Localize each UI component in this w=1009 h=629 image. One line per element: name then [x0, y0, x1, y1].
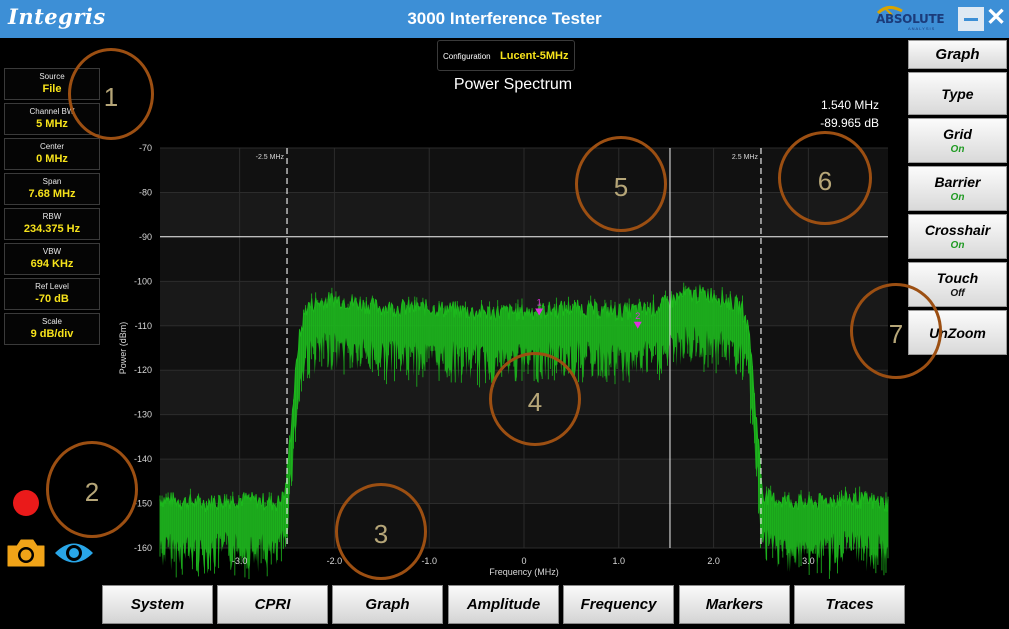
tab-cpri[interactable]: CPRI	[217, 585, 328, 624]
callout-4: 4	[489, 352, 581, 446]
callout-5: 5	[575, 136, 667, 232]
y-tick-label: -90	[139, 232, 152, 242]
y-tick-label: -160	[134, 543, 152, 553]
marker-2-label: 2	[635, 311, 640, 321]
y-tick-label: -110	[135, 321, 152, 331]
x-tick-label: 3.0	[802, 556, 815, 566]
graph-menu-header[interactable]: Graph	[908, 40, 1007, 69]
barrier-label: Barrier	[934, 174, 981, 190]
tab-frequency[interactable]: Frequency	[563, 585, 674, 624]
x-axis-label: Frequency (MHz)	[489, 567, 559, 577]
x-tick-label: -2.0	[327, 556, 343, 566]
tab-graph[interactable]: Graph	[332, 585, 443, 624]
barrier-state: On	[950, 192, 965, 203]
grid-label: Grid	[943, 126, 972, 142]
x-tick-label: -3.0	[232, 556, 248, 566]
x-tick-label: 0	[521, 556, 526, 566]
y-tick-label: -80	[139, 187, 152, 197]
y-tick-label: -130	[134, 410, 152, 420]
crosshair-toggle[interactable]: Crosshair On	[908, 214, 1007, 259]
barrier-label: 2.5 MHz	[732, 154, 759, 161]
x-tick-label: 2.0	[707, 556, 720, 566]
crosshair-state: On	[950, 240, 965, 251]
marker-1-label: 1	[537, 297, 542, 307]
y-tick-label: -100	[134, 276, 152, 286]
touch-label: Touch	[936, 270, 979, 286]
callout-1: 1	[68, 48, 154, 140]
grid-state: On	[950, 144, 965, 155]
crosshair-label: Crosshair	[924, 222, 991, 238]
callout-2: 2	[46, 441, 138, 538]
y-tick-label: -140	[134, 454, 152, 464]
x-tick-label: 1.0	[613, 556, 626, 566]
eye-icon[interactable]	[54, 540, 94, 568]
y-tick-label: -70	[139, 143, 152, 153]
tab-markers[interactable]: Markers	[679, 585, 790, 624]
tab-system[interactable]: System	[102, 585, 213, 624]
type-button[interactable]: Type	[908, 72, 1007, 115]
barrier-toggle[interactable]: Barrier On	[908, 166, 1007, 211]
callout-6: 6	[778, 131, 872, 225]
x-tick-label: -1.0	[421, 556, 437, 566]
graph-menu-label: Graph	[935, 46, 980, 63]
type-label: Type	[941, 86, 974, 102]
barrier-label: -2.5 MHz	[256, 154, 285, 161]
record-icon[interactable]	[13, 490, 39, 516]
y-axis-label: Power (dBm)	[118, 322, 128, 375]
tab-traces[interactable]: Traces	[794, 585, 905, 624]
callout-3: 3	[335, 483, 427, 580]
callout-7: 7	[850, 283, 942, 379]
tab-amplitude[interactable]: Amplitude	[448, 585, 559, 624]
y-tick-label: -120	[134, 365, 152, 375]
camera-icon[interactable]	[6, 538, 46, 568]
grid-toggle[interactable]: Grid On	[908, 118, 1007, 163]
